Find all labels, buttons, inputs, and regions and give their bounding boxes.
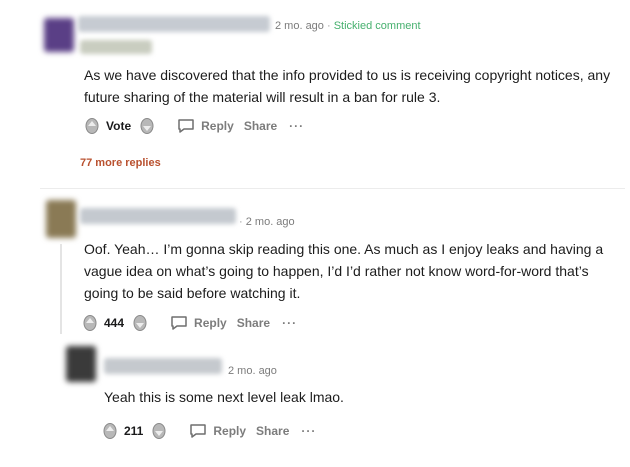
share-button[interactable]: Share bbox=[237, 316, 270, 330]
comment-meta: 2 mo. ago · Stickied comment bbox=[275, 20, 421, 32]
reply-label: Reply bbox=[201, 119, 234, 133]
reply-button[interactable]: Reply bbox=[170, 315, 227, 331]
downvote-icon bbox=[133, 315, 147, 331]
vote-score: 211 bbox=[124, 424, 144, 438]
comment-actions: Vote Reply Share ··· bbox=[84, 115, 304, 137]
vote-score: 444 bbox=[104, 316, 125, 330]
reply-label: Reply bbox=[194, 316, 227, 330]
downvote-icon bbox=[140, 118, 154, 134]
comment-meta: 2 mo. ago bbox=[228, 365, 277, 377]
username-redacted[interactable] bbox=[104, 358, 222, 374]
more-icon: ··· bbox=[301, 424, 317, 438]
comment-body: Oof. Yeah… I’m gonna skip reading this o… bbox=[84, 241, 604, 301]
comment-actions: 444 Reply Share ··· bbox=[82, 312, 297, 334]
downvote-icon bbox=[152, 423, 166, 439]
more-options-button[interactable]: ··· bbox=[282, 316, 297, 330]
upvote-button[interactable] bbox=[84, 117, 100, 135]
username-redacted[interactable] bbox=[80, 208, 236, 224]
avatar[interactable] bbox=[44, 18, 74, 52]
user-flair-redacted bbox=[80, 40, 152, 54]
more-icon: ··· bbox=[282, 316, 298, 330]
more-options-button[interactable]: ··· bbox=[301, 424, 316, 438]
timestamp[interactable]: 2 mo. ago bbox=[275, 20, 324, 32]
reply-button[interactable]: Reply bbox=[177, 118, 234, 134]
share-label: Share bbox=[256, 424, 290, 438]
more-options-button[interactable]: ··· bbox=[289, 119, 304, 133]
share-button[interactable]: Share bbox=[244, 119, 277, 133]
username-redacted[interactable] bbox=[78, 16, 270, 32]
comment-meta: · 2 mo. ago bbox=[239, 216, 295, 228]
share-label: Share bbox=[243, 119, 278, 133]
comment-body: As we have discovered that the info prov… bbox=[84, 67, 611, 105]
upvote-icon bbox=[83, 315, 97, 331]
comment-actions: 211 Reply Share ··· bbox=[102, 420, 316, 442]
upvote-icon bbox=[103, 423, 117, 439]
meta-separator: · bbox=[326, 20, 331, 32]
comment-body: Yeah this is some next level leak lmao. bbox=[104, 389, 344, 405]
downvote-button[interactable] bbox=[139, 117, 155, 135]
upvote-icon bbox=[85, 118, 99, 134]
more-icon: ··· bbox=[289, 119, 305, 133]
timestamp[interactable]: 2 mo. ago bbox=[246, 216, 295, 228]
divider bbox=[40, 188, 625, 189]
downvote-button[interactable] bbox=[132, 314, 148, 332]
reply-label: Reply bbox=[213, 424, 247, 438]
upvote-button[interactable] bbox=[82, 314, 98, 332]
thread-line[interactable] bbox=[60, 244, 62, 334]
reply-icon bbox=[190, 424, 207, 438]
avatar[interactable] bbox=[46, 200, 76, 238]
timestamp[interactable]: 2 mo. ago bbox=[228, 365, 277, 377]
more-replies-link[interactable]: 77 more replies bbox=[80, 157, 161, 169]
reply-icon bbox=[178, 119, 194, 133]
reply-button[interactable]: Reply bbox=[189, 423, 246, 439]
meta-separator: · bbox=[239, 216, 243, 228]
reply-icon bbox=[171, 316, 187, 330]
upvote-button[interactable] bbox=[102, 422, 118, 440]
avatar[interactable] bbox=[66, 346, 96, 382]
share-button[interactable]: Share bbox=[256, 424, 289, 438]
stickied-label: Stickied comment bbox=[333, 20, 421, 32]
vote-score: Vote bbox=[106, 119, 132, 133]
share-label: Share bbox=[236, 316, 271, 330]
downvote-button[interactable] bbox=[151, 422, 167, 440]
